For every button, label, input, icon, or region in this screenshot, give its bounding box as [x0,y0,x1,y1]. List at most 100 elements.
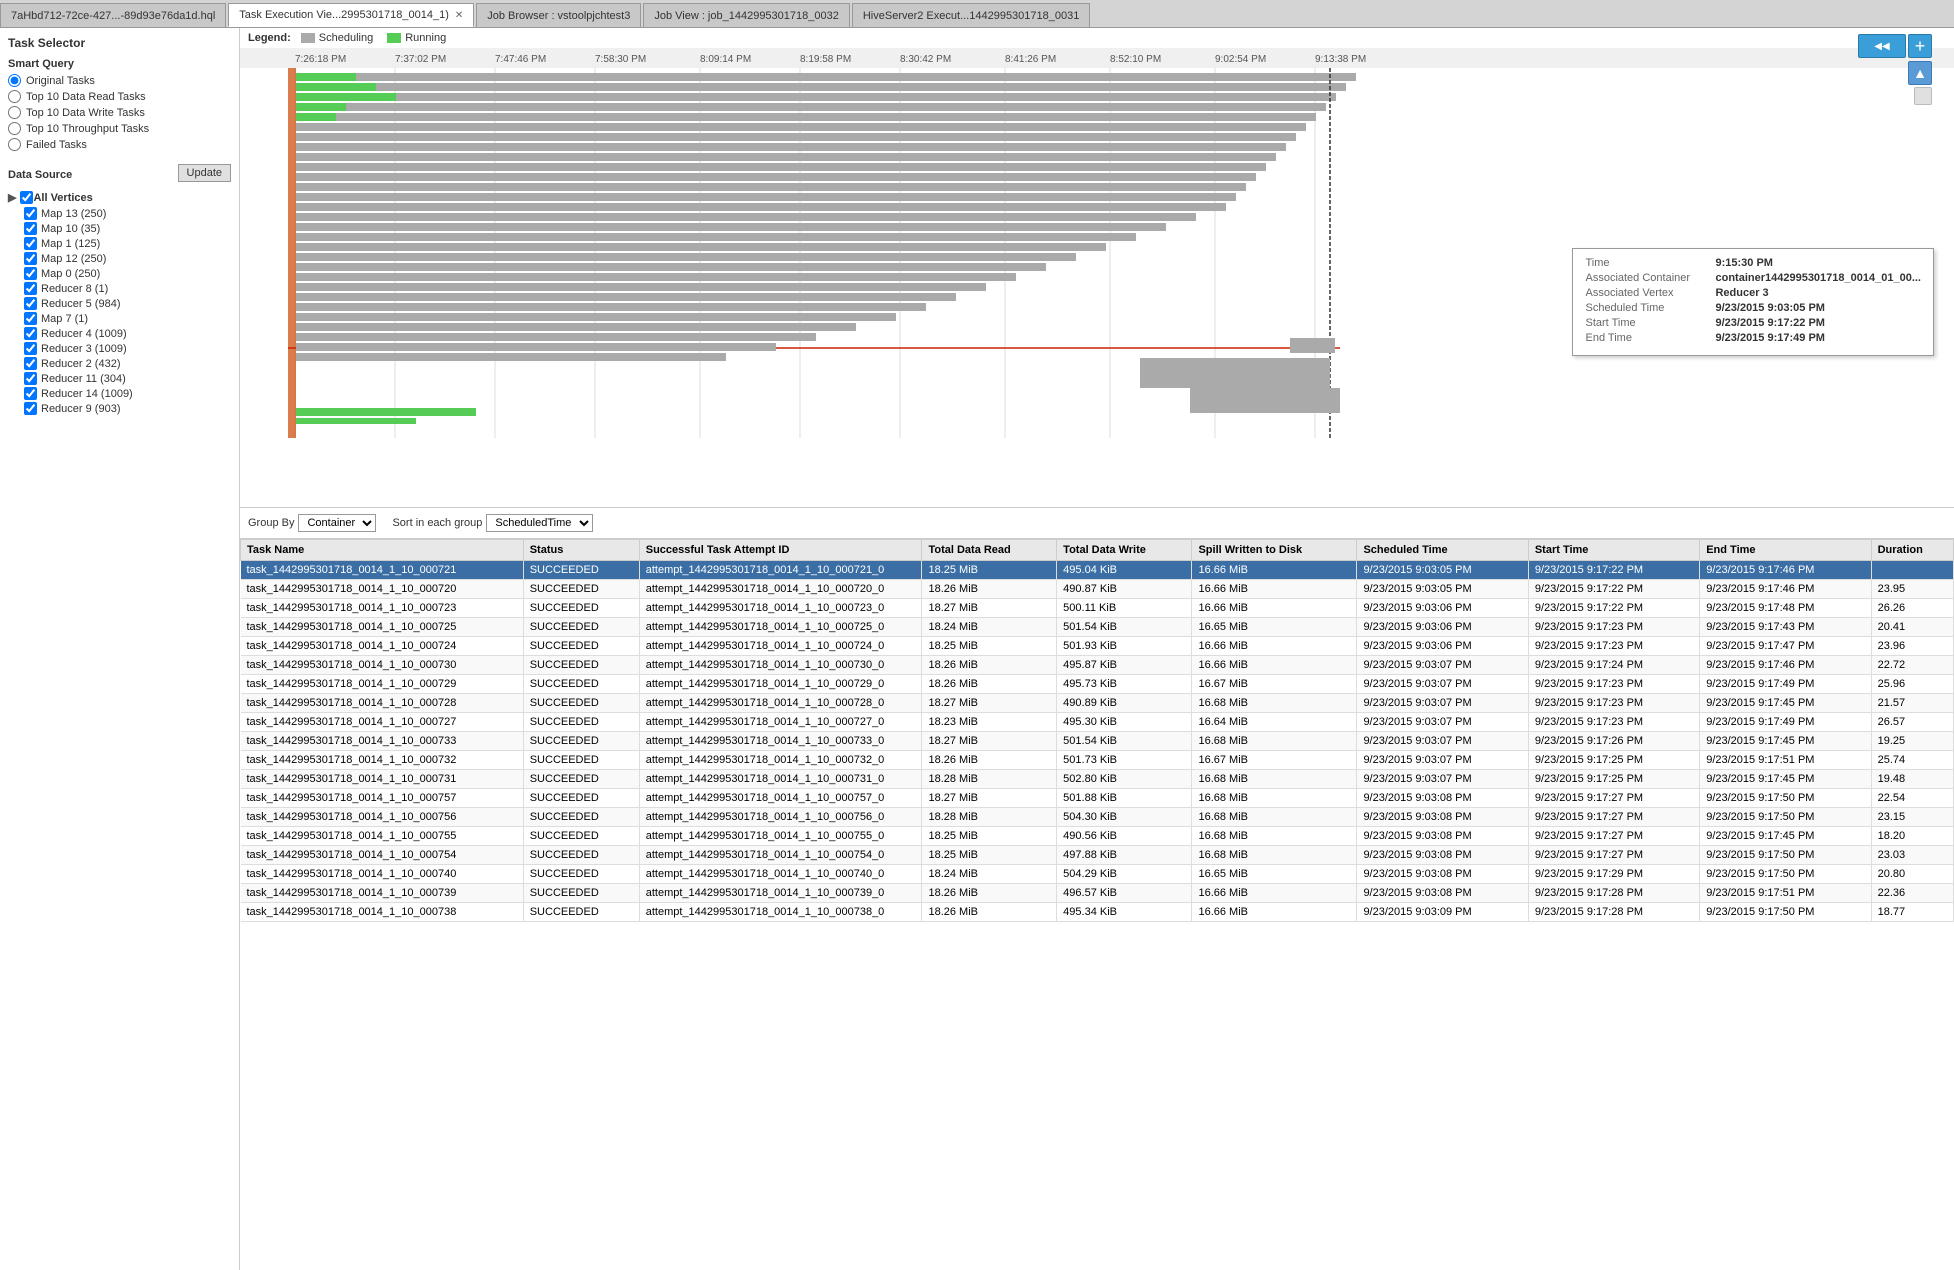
vertex-label-1: Map 10 (35) [41,223,100,235]
vertex-checkbox-5[interactable] [24,282,37,295]
tab-task-execution[interactable]: Task Execution Vie...2995301718_0014_1) … [228,3,474,27]
tab-job-view[interactable]: Job View : job_1442995301718_0032 [643,3,850,27]
vertex-item-9[interactable]: Reducer 3 (1009) [24,342,231,355]
vertex-checkbox-8[interactable] [24,327,37,340]
table-row[interactable]: task_1442995301718_0014_1_10_000723SUCCE… [241,599,1954,618]
table-row[interactable]: task_1442995301718_0014_1_10_000724SUCCE… [241,637,1954,656]
vertex-checkbox-9[interactable] [24,342,37,355]
radio-top10-throughput-input[interactable] [8,122,21,135]
vertex-checkbox-2[interactable] [24,237,37,250]
table-cell-4-0: task_1442995301718_0014_1_10_000724 [241,637,524,656]
tab-hiveserver[interactable]: HiveServer2 Execut...1442995301718_0031 [852,3,1091,27]
radio-top10-read[interactable]: Top 10 Data Read Tasks [8,90,231,103]
tab-close-icon[interactable]: ✕ [455,10,463,21]
radio-top10-write[interactable]: Top 10 Data Write Tasks [8,106,231,119]
table-row[interactable]: task_1442995301718_0014_1_10_000721SUCCE… [241,561,1954,580]
vertex-item-8[interactable]: Reducer 4 (1009) [24,327,231,340]
nav-refresh-button[interactable]: + [1908,34,1932,58]
radio-top10-read-input[interactable] [8,90,21,103]
table-cell-13-8: 9/23/2015 9:17:50 PM [1700,808,1871,827]
table-row[interactable]: task_1442995301718_0014_1_10_000727SUCCE… [241,713,1954,732]
vertex-label-13: Reducer 9 (903) [41,403,121,415]
nav-up-button[interactable]: ▲ [1908,61,1932,85]
radio-failed-tasks[interactable]: Failed Tasks [8,138,231,151]
table-cell-0-8: 9/23/2015 9:17:46 PM [1700,561,1871,580]
table-cell-14-5: 16.68 MiB [1192,827,1357,846]
svg-text:8:09:14 PM: 8:09:14 PM [700,54,751,65]
nav-square-button[interactable] [1914,87,1932,105]
table-row[interactable]: task_1442995301718_0014_1_10_000739SUCCE… [241,884,1954,903]
table-cell-8-9: 26.57 [1871,713,1953,732]
table-row[interactable]: task_1442995301718_0014_1_10_000731SUCCE… [241,770,1954,789]
tab-task-execution-label: Task Execution Vie...2995301718_0014_1) [239,9,449,21]
vertex-item-4[interactable]: Map 0 (250) [24,267,231,280]
vertex-item-2[interactable]: Map 1 (125) [24,237,231,250]
vertex-item-10[interactable]: Reducer 2 (432) [24,357,231,370]
table-cell-12-3: 18.27 MiB [922,789,1057,808]
tooltip-start-val: 9/23/2015 9:17:22 PM [1715,317,1824,329]
table-row[interactable]: task_1442995301718_0014_1_10_000754SUCCE… [241,846,1954,865]
sort-select[interactable]: ScheduledTime StartTime EndTime [486,514,593,532]
table-row[interactable]: task_1442995301718_0014_1_10_000729SUCCE… [241,675,1954,694]
task-table: Task Name Status Successful Task Attempt… [240,539,1954,922]
vertex-item-7[interactable]: Map 7 (1) [24,312,231,325]
radio-original-tasks-input[interactable] [8,74,21,87]
vertex-item-0[interactable]: Map 13 (250) [24,207,231,220]
vertex-checkbox-1[interactable] [24,222,37,235]
table-cell-16-6: 9/23/2015 9:03:08 PM [1357,865,1528,884]
table-cell-15-8: 9/23/2015 9:17:50 PM [1700,846,1871,865]
vertex-checkbox-0[interactable] [24,207,37,220]
vertex-checkbox-10[interactable] [24,357,37,370]
vertex-checkbox-13[interactable] [24,402,37,415]
tooltip-start-key: Start Time [1585,317,1715,329]
vertex-item-3[interactable]: Map 12 (250) [24,252,231,265]
table-cell-4-3: 18.25 MiB [922,637,1057,656]
tooltip-vertex-key: Associated Vertex [1585,287,1715,299]
table-cell-8-6: 9/23/2015 9:03:07 PM [1357,713,1528,732]
table-cell-14-0: task_1442995301718_0014_1_10_000755 [241,827,524,846]
vertex-checkbox-6[interactable] [24,297,37,310]
table-row[interactable]: task_1442995301718_0014_1_10_000732SUCCE… [241,751,1954,770]
table-cell-13-3: 18.28 MiB [922,808,1057,827]
all-vertices-parent[interactable]: ▶ All Vertices [8,191,231,204]
table-row[interactable]: task_1442995301718_0014_1_10_000733SUCCE… [241,732,1954,751]
table-row[interactable]: task_1442995301718_0014_1_10_000740SUCCE… [241,865,1954,884]
sidebar-title: Task Selector [8,36,231,50]
table-cell-12-0: task_1442995301718_0014_1_10_000757 [241,789,524,808]
vertex-item-13[interactable]: Reducer 9 (903) [24,402,231,415]
update-button[interactable]: Update [178,164,231,182]
radio-original-tasks[interactable]: Original Tasks [8,74,231,87]
table-row[interactable]: task_1442995301718_0014_1_10_000755SUCCE… [241,827,1954,846]
all-vertices-checkbox[interactable] [20,191,33,204]
vertex-item-6[interactable]: Reducer 5 (984) [24,297,231,310]
vertex-item-12[interactable]: Reducer 14 (1009) [24,387,231,400]
tab-file[interactable]: 7aHbd712-72ce-427...-89d93e76da1d.hql [0,3,226,27]
radio-top10-throughput[interactable]: Top 10 Throughput Tasks [8,122,231,135]
vertex-checkbox-3[interactable] [24,252,37,265]
data-source-header: Data Source Update [8,161,231,185]
group-by-select[interactable]: Container Vertex None [298,514,376,532]
vertex-checkbox-12[interactable] [24,387,37,400]
vertex-checkbox-11[interactable] [24,372,37,385]
vertex-checkbox-7[interactable] [24,312,37,325]
table-cell-5-2: attempt_1442995301718_0014_1_10_000730_0 [639,656,922,675]
table-row[interactable]: task_1442995301718_0014_1_10_000757SUCCE… [241,789,1954,808]
table-row[interactable]: task_1442995301718_0014_1_10_000725SUCCE… [241,618,1954,637]
table-row[interactable]: task_1442995301718_0014_1_10_000756SUCCE… [241,808,1954,827]
vertex-item-1[interactable]: Map 10 (35) [24,222,231,235]
radio-failed-tasks-input[interactable] [8,138,21,151]
vertex-item-5[interactable]: Reducer 8 (1) [24,282,231,295]
vertex-item-11[interactable]: Reducer 11 (304) [24,372,231,385]
table-cell-4-4: 501.93 KiB [1057,637,1192,656]
table-area[interactable]: Task Name Status Successful Task Attempt… [240,539,1954,1270]
table-row[interactable]: task_1442995301718_0014_1_10_000720SUCCE… [241,580,1954,599]
radio-top10-write-input[interactable] [8,106,21,119]
vertex-checkbox-4[interactable] [24,267,37,280]
tab-job-browser[interactable]: Job Browser : vstoolpjchtest3 [476,3,641,27]
table-row[interactable]: task_1442995301718_0014_1_10_000738SUCCE… [241,903,1954,922]
table-cell-7-9: 21.57 [1871,694,1953,713]
table-cell-17-2: attempt_1442995301718_0014_1_10_000739_0 [639,884,922,903]
nav-zoom-in-button[interactable]: ◀◀ [1858,34,1906,58]
table-row[interactable]: task_1442995301718_0014_1_10_000730SUCCE… [241,656,1954,675]
table-row[interactable]: task_1442995301718_0014_1_10_000728SUCCE… [241,694,1954,713]
